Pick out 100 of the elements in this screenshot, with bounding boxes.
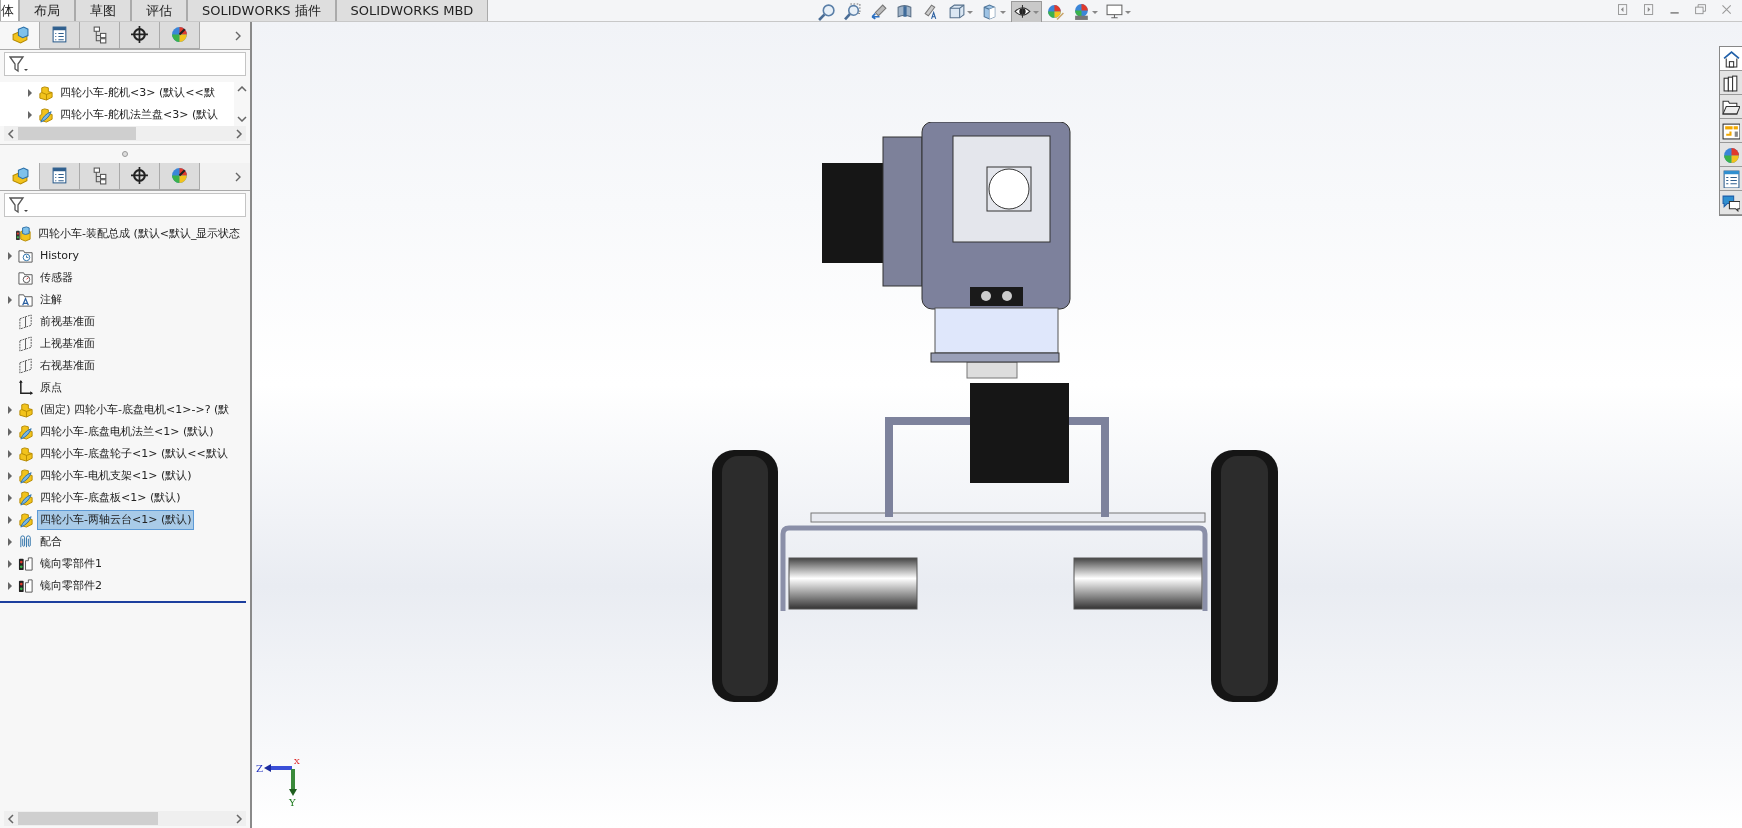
tree-item[interactable]: 配合	[37, 531, 65, 553]
tree-item[interactable]: 前视基准面	[37, 311, 98, 333]
expand-arrow-icon[interactable]	[7, 428, 13, 436]
scrollbar-thumb[interactable]	[18, 812, 158, 825]
command-tab[interactable]: SOLIDWORKS 插件	[187, 0, 336, 21]
traffic-light-part-icon	[18, 578, 34, 594]
expand-arrow-icon[interactable]	[27, 111, 33, 119]
part-icon	[18, 446, 34, 462]
tree-item[interactable]: 上视基准面	[37, 333, 98, 355]
tree-item[interactable]: 四轮小车-舵机<3> (默认<<默	[57, 82, 218, 104]
toolbar-button[interactable]	[1011, 1, 1042, 23]
folder-gauge-icon	[18, 270, 34, 286]
plane-icon	[18, 358, 34, 374]
assembly-icon	[16, 226, 32, 242]
panel-tab[interactable]	[40, 22, 80, 49]
expand-arrow-icon[interactable]	[7, 252, 13, 260]
task-pane-tab[interactable]	[1720, 47, 1742, 71]
origin-axes-icon	[18, 380, 34, 396]
color-sphere-icon	[1722, 145, 1740, 164]
expand-arrow-icon[interactable]	[7, 560, 13, 568]
panel-tab[interactable]	[40, 163, 80, 190]
palette-icon	[1722, 121, 1740, 140]
caret-icon[interactable]	[1092, 10, 1098, 14]
filter-field[interactable]	[4, 193, 246, 217]
color-wheel-icon	[170, 167, 189, 185]
panel-tab[interactable]	[120, 163, 160, 190]
filter-field[interactable]	[4, 52, 246, 76]
scroll-up-icon[interactable]	[237, 86, 247, 92]
panel-tab[interactable]	[80, 22, 120, 49]
cube-stack-icon	[10, 26, 29, 44]
expand-arrow-icon[interactable]	[7, 582, 13, 590]
tree-item[interactable]: 四轮小车-底盘电机法兰<1> (默认)	[37, 421, 217, 443]
tree-item[interactable]: 四轮小车-电机支架<1> (默认)	[37, 465, 195, 487]
panel-tab[interactable]	[120, 22, 160, 49]
part-feather-icon	[18, 490, 34, 506]
command-tab[interactable]: 评估	[131, 0, 187, 21]
command-tab[interactable]: 布局	[19, 0, 75, 21]
tree-item[interactable]: 四轮小车-两轴云台<1> (默认)	[37, 509, 195, 531]
tree-item[interactable]: 镜向零部件1	[37, 553, 105, 575]
filter-icon[interactable]	[9, 55, 29, 73]
plane-icon	[18, 314, 34, 330]
cube-view-icon	[948, 3, 966, 21]
color-ball-pencil-icon	[1047, 3, 1065, 21]
command-tab[interactable]: 体	[0, 0, 19, 21]
traffic-light-part-icon	[18, 556, 34, 572]
tree-item[interactable]: 镜向零部件2	[37, 575, 105, 597]
part-feather-icon	[38, 107, 54, 123]
expand-arrow-icon[interactable]	[7, 494, 13, 502]
tree-item[interactable]: History	[37, 245, 83, 267]
folder-letter-icon	[18, 292, 34, 308]
speech-bubbles-icon	[1722, 193, 1740, 212]
caret-icon[interactable]	[967, 10, 973, 14]
tree-item[interactable]: 原点	[37, 377, 65, 399]
part-icon	[18, 402, 34, 418]
tree-item[interactable]: 传感器	[37, 267, 76, 289]
properties-list-icon	[1722, 169, 1740, 188]
horizontal-scrollbar[interactable]	[4, 126, 246, 141]
expand-arrow-icon[interactable]	[7, 406, 13, 414]
splitter-handle[interactable]	[122, 151, 128, 157]
tree-item[interactable]: 右视基准面	[37, 355, 98, 377]
chevron-icon[interactable]	[235, 171, 242, 182]
expand-arrow-icon[interactable]	[7, 538, 13, 546]
tile-left-icon[interactable]	[1616, 3, 1630, 17]
scrollbar-thumb[interactable]	[18, 127, 136, 140]
tree-item[interactable]: 四轮小车-底盘轮子<1> (默认<<默认	[37, 443, 231, 465]
part-icon	[38, 85, 54, 101]
caret-icon[interactable]	[1125, 10, 1131, 14]
paperclip-icon	[18, 534, 34, 550]
chevron-icon[interactable]	[235, 30, 242, 41]
books-icon	[1722, 73, 1740, 92]
axis-triad-drawing: Z X Y	[256, 756, 302, 808]
tree-item[interactable]: 注解	[37, 289, 65, 311]
tree-item[interactable]: 四轮小车-装配总成 (默认<默认_显示状态	[35, 223, 244, 245]
expand-arrow-icon[interactable]	[7, 450, 13, 458]
expand-arrow-icon[interactable]	[7, 296, 13, 304]
expand-arrow-icon[interactable]	[7, 516, 13, 524]
part-feather-icon	[18, 512, 34, 528]
property-list-icon	[50, 26, 69, 44]
eye-icon	[1014, 3, 1032, 21]
color-wheel-icon	[170, 26, 189, 44]
part-feather-icon	[18, 424, 34, 440]
tree-item[interactable]: 四轮小车-底盘板<1> (默认)	[37, 487, 184, 509]
camera-arrow-icon	[870, 3, 888, 21]
property-list-icon	[50, 167, 69, 185]
scroll-down-icon[interactable]	[237, 116, 247, 122]
command-tab[interactable]: 草图	[75, 0, 131, 21]
panel-tab[interactable]	[80, 163, 120, 190]
crosshair-icon	[130, 26, 149, 44]
tree-item[interactable]: (固定) 四轮小车-底盘电机<1>->? (默	[37, 399, 233, 421]
expand-arrow-icon[interactable]	[7, 472, 13, 480]
command-tab[interactable]: SOLIDWORKS MBD	[335, 0, 489, 21]
filter-icon[interactable]	[9, 196, 29, 214]
caret-icon[interactable]	[1000, 10, 1006, 14]
house-icon	[1722, 49, 1740, 68]
crosshair-icon	[130, 167, 149, 185]
expand-arrow-icon[interactable]	[27, 89, 33, 97]
horizontal-scrollbar[interactable]	[4, 811, 246, 826]
tree-item[interactable]: 四轮小车-舵机法兰盘<3> (默认	[57, 104, 222, 126]
tile-right-icon[interactable]	[1642, 3, 1656, 17]
task-pane-tab[interactable]	[1720, 167, 1742, 191]
